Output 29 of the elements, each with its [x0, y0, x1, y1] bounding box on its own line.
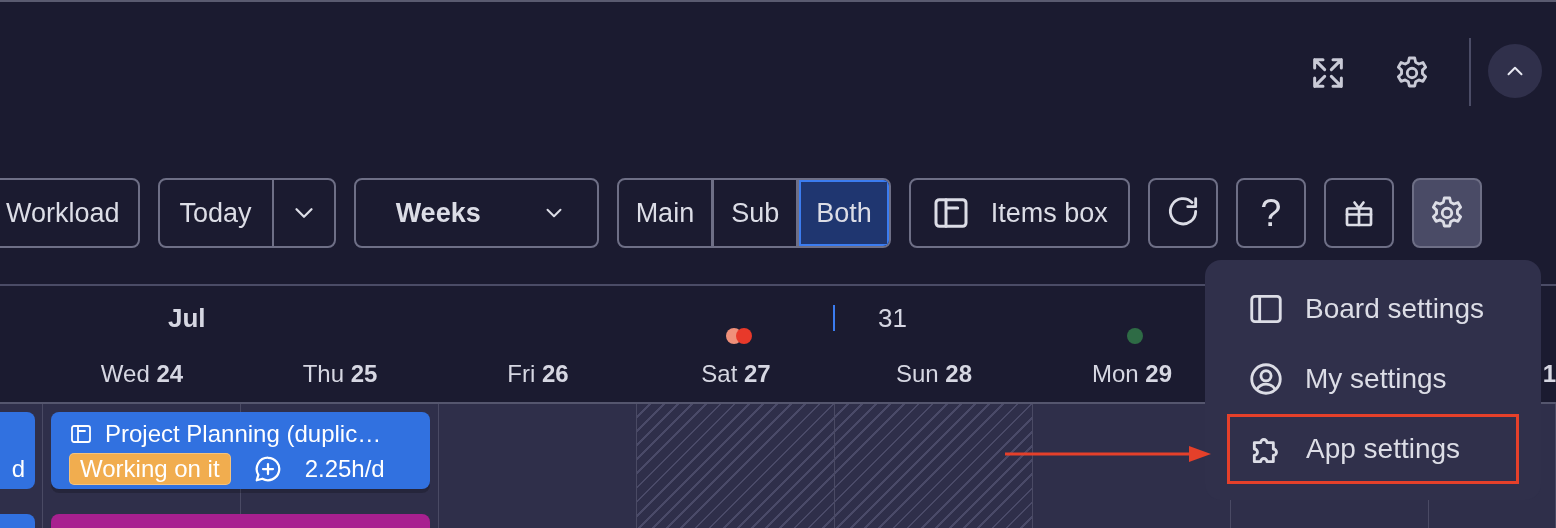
menu-item[interactable]: Board settings [1227, 274, 1519, 344]
item-icon [69, 422, 93, 446]
event-title: Project Planning (duplic… [105, 420, 382, 448]
event-text: d [11, 455, 25, 483]
add-comment-icon [252, 454, 283, 484]
gift-button[interactable] [1323, 178, 1394, 248]
view-segment-tab[interactable]: Main [618, 180, 715, 246]
user-circle-icon [1247, 360, 1285, 398]
menu-item[interactable]: App settings [1227, 414, 1519, 484]
settings-button[interactable] [1411, 178, 1482, 248]
day-label: Thu 25 [302, 360, 378, 388]
event-bar[interactable]: d [0, 412, 35, 489]
event-card[interactable]: Project Planning (duplic… Working on it 2.25h/d [51, 412, 430, 489]
workload-button[interactable]: Workload [0, 178, 140, 248]
week-label: 31 [833, 305, 1033, 331]
view-segment-tab[interactable]: Both [799, 180, 889, 246]
items-box-button[interactable]: Items box [908, 178, 1130, 248]
day-label: Wed 24 [100, 360, 184, 388]
menu-item[interactable]: My settings [1227, 344, 1519, 414]
day-label: 1 [1542, 360, 1556, 388]
range-dropdown[interactable]: Weeks [353, 178, 599, 248]
day-label: Fri 26 [507, 360, 569, 388]
refresh-button[interactable] [1147, 178, 1218, 248]
day-label: Mon 29 [1091, 360, 1173, 388]
day-label: Sun 28 [895, 360, 973, 388]
hours-per-day: 2.25h/d [304, 455, 385, 483]
month-label: Jul [167, 302, 207, 334]
day-label: Sat 27 [701, 360, 771, 388]
help-button[interactable]: ? [1235, 178, 1306, 248]
